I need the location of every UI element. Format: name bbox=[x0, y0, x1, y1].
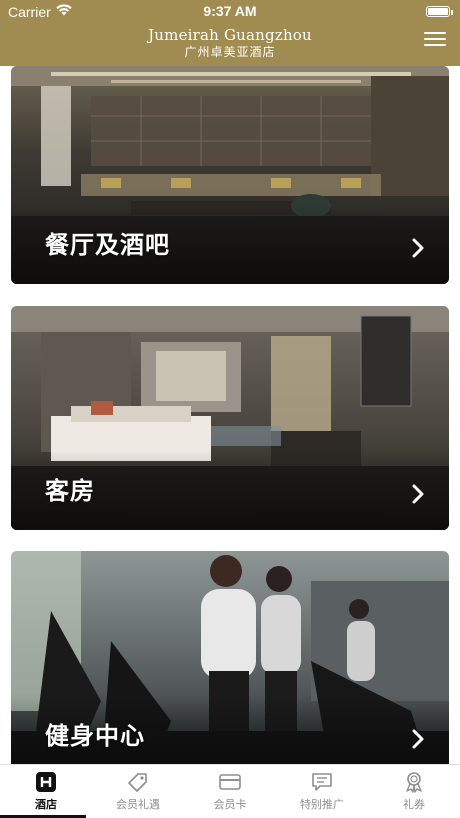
tab-special-promotions[interactable]: 特别推广 bbox=[276, 765, 368, 818]
tag-icon bbox=[128, 773, 147, 792]
battery-icon bbox=[426, 6, 453, 17]
chevron-right-icon bbox=[412, 238, 424, 258]
message-icon bbox=[312, 773, 332, 791]
tab-label: 会员礼遇 bbox=[116, 798, 160, 811]
card-fitness-center[interactable]: 健身中心 bbox=[11, 551, 449, 764]
hotel-h-icon bbox=[36, 772, 56, 792]
tab-label: 会员卡 bbox=[213, 798, 247, 811]
hamburger-menu-icon[interactable] bbox=[424, 30, 448, 48]
brand-title-cn: 广州卓美亚酒店 bbox=[184, 45, 276, 59]
chevron-right-icon bbox=[412, 729, 424, 749]
tab-member-card[interactable]: 会员卡 bbox=[184, 765, 276, 818]
tab-label: 特别推广 bbox=[300, 798, 344, 811]
card-label: 健身中心 bbox=[45, 722, 145, 750]
card-label: 客房 bbox=[45, 477, 95, 505]
status-bar: Carrier 9:37 AM bbox=[0, 0, 460, 24]
tab-bar: 酒店 会员礼遇 会员卡 特别推广 礼券 bbox=[0, 764, 460, 818]
tab-vouchers[interactable]: 礼券 bbox=[368, 765, 460, 818]
card-label: 餐厅及酒吧 bbox=[45, 231, 170, 259]
brand-title-en: Jumeirah Guangzhou bbox=[148, 26, 312, 44]
card-rooms[interactable]: 客房 bbox=[11, 306, 449, 530]
card-restaurants-bars[interactable]: 餐厅及酒吧 bbox=[11, 66, 449, 284]
top-bar: Carrier 9:37 AM Jumeirah Guangzhou 广州卓美亚… bbox=[0, 0, 460, 66]
tab-member-benefits[interactable]: 会员礼遇 bbox=[92, 765, 184, 818]
tab-label: 礼券 bbox=[403, 798, 425, 811]
content-scroll[interactable]: 餐厅及酒吧 客房 健身中心 bbox=[0, 66, 460, 764]
chevron-right-icon bbox=[412, 484, 424, 504]
status-time: 9:37 AM bbox=[203, 3, 257, 19]
card-icon bbox=[219, 774, 241, 790]
tab-label: 酒店 bbox=[35, 798, 57, 811]
ribbon-badge-icon bbox=[406, 772, 422, 793]
tab-hotel[interactable]: 酒店 bbox=[0, 765, 92, 818]
brand-title: Jumeirah Guangzhou 广州卓美亚酒店 bbox=[0, 26, 460, 60]
